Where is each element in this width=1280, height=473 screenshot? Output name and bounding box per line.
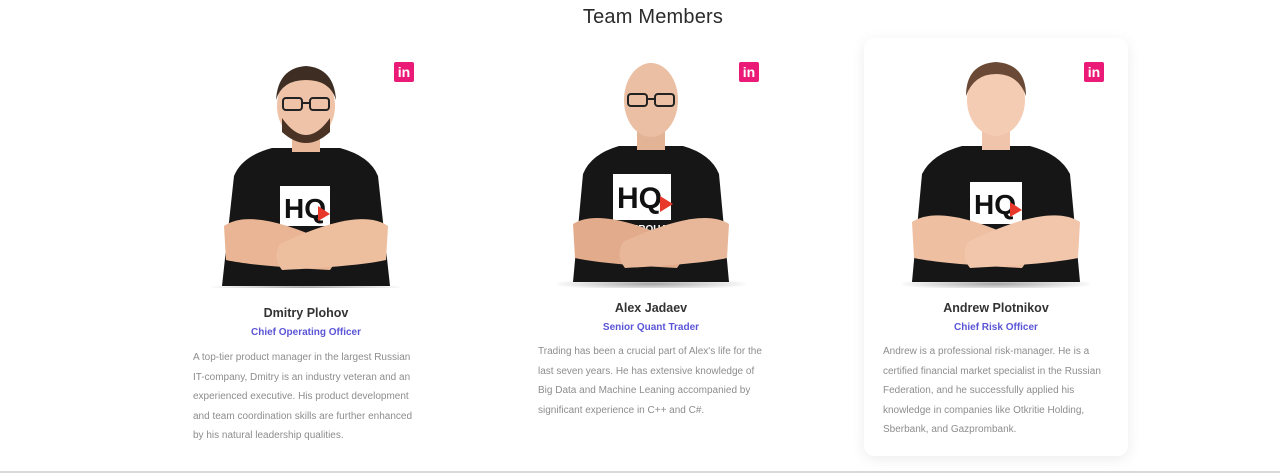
team-member-card: in HQ Andrew Plotnikov Chief Risk Office…: [864, 38, 1128, 456]
member-name: Dmitry Plohov: [263, 306, 349, 320]
member-name: Andrew Plotnikov: [943, 301, 1049, 315]
svg-text:HQ: HQ: [617, 182, 662, 215]
member-role: Senior Quant Trader: [602, 322, 700, 333]
svg-text:HQ: HQ: [974, 189, 1016, 220]
member-name: Alex Jadaev: [614, 301, 688, 315]
team-member-card: in HQ HYPERQUANT Alex Jadaev Senior Quan…: [519, 38, 783, 456]
section-title: Team Members: [582, 6, 724, 28]
member-photo: HQ: [212, 66, 400, 288]
member-bio: Andrew is a professional risk-manager. H…: [883, 346, 1101, 436]
member-photo: HQ HYPERQUANT: [557, 63, 745, 288]
member-role: Chief Risk Officer: [954, 322, 1038, 333]
member-role: Chief Operating Officer: [250, 327, 361, 338]
member-photo: HQ: [902, 62, 1090, 288]
member-bio: A top-tier product manager in the larges…: [193, 352, 413, 442]
member-bio: Trading has been a crucial part of Alex'…: [538, 346, 762, 416]
team-member-card: in HQ Dmitry Plohov Chief Operating Offi…: [174, 38, 438, 456]
